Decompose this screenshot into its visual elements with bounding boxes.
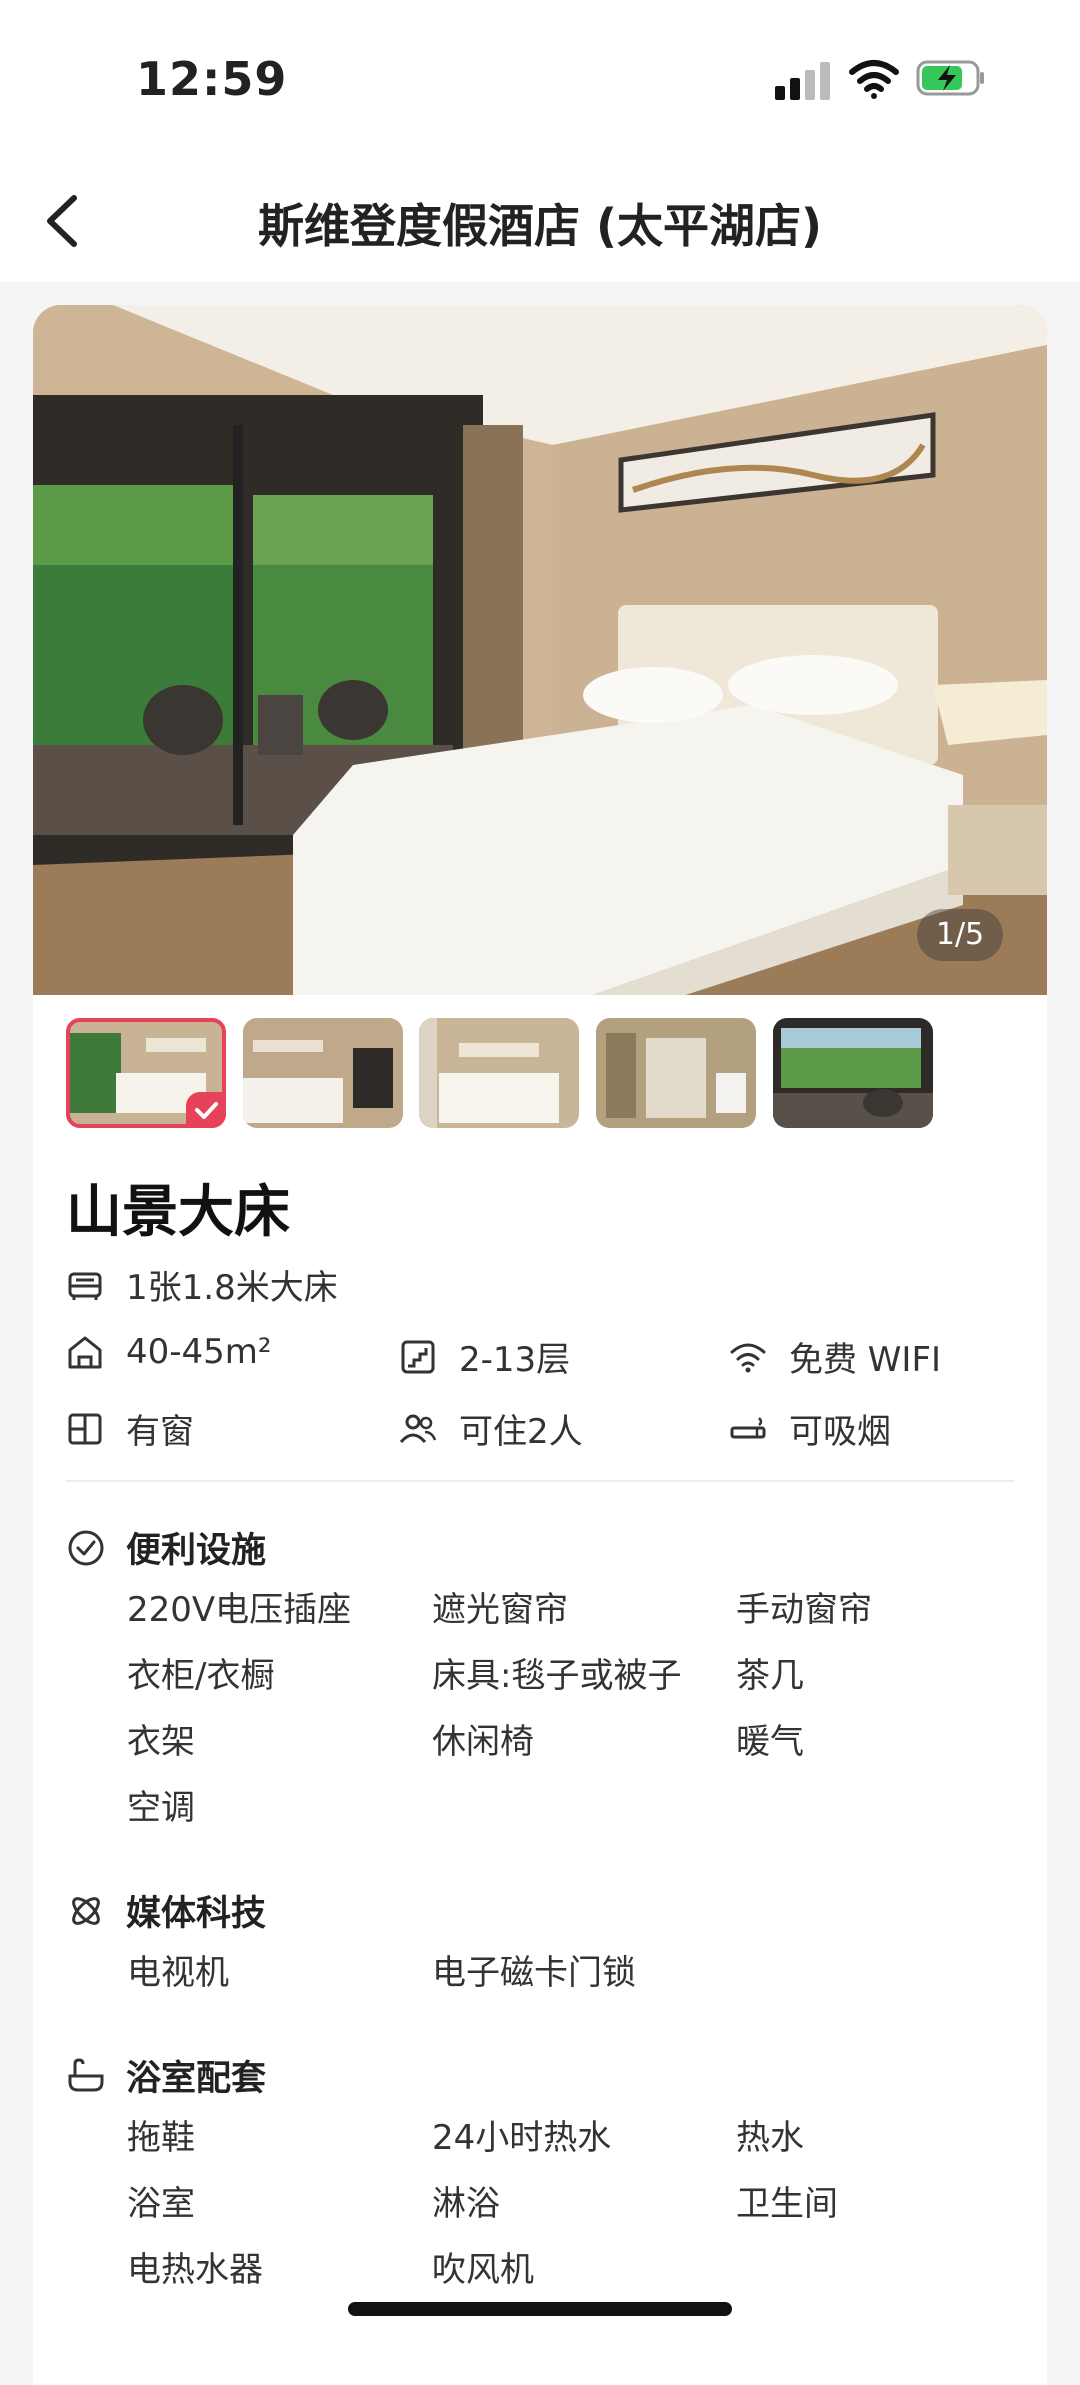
amenity-item: 220V电压插座 <box>127 1590 352 1630</box>
room-detail-card: 1/5 山景大床 1张1.8米大床 40-45m² 2-13层 免费 WIFI … <box>33 305 1047 2385</box>
back-icon[interactable] <box>36 184 96 254</box>
section-bathroom-header: 浴室配套 <box>66 2050 266 2101</box>
window-info: 有窗 <box>66 1404 194 1453</box>
bathroom-item: 热水 <box>736 2118 804 2158</box>
floor-text: 2-13层 <box>459 1340 571 1380</box>
bathroom-item: 吹风机 <box>432 2250 534 2290</box>
bathroom-item: 电热水器 <box>127 2250 263 2290</box>
check-circle-icon <box>68 1530 104 1565</box>
bathroom-item: 浴室 <box>127 2184 195 2224</box>
bathroom-item: 卫生间 <box>736 2184 838 2224</box>
battery-icon <box>916 60 984 96</box>
amenity-item: 衣柜/衣橱 <box>127 1656 275 1696</box>
nav-bar: 斯维登度假酒店 (太平湖店) <box>0 160 1080 282</box>
bathroom-item: 拖鞋 <box>127 2118 195 2158</box>
signal-icon <box>775 62 833 100</box>
area-text: 40-45m² <box>126 1332 272 1372</box>
thumbnail-3[interactable] <box>419 1018 579 1128</box>
room-name: 山景大床 <box>66 1180 290 1245</box>
people-icon <box>399 1414 437 1443</box>
section-media-title: 媒体科技 <box>126 1894 267 1934</box>
home-indicator <box>348 2302 732 2316</box>
amenity-item: 遮光窗帘 <box>432 1590 568 1630</box>
amenity-item: 暖气 <box>736 1722 804 1762</box>
status-bar: 12:59 <box>0 0 1080 160</box>
bedroom-illustration <box>33 305 1047 995</box>
thumbnail-5[interactable] <box>773 1018 933 1128</box>
selected-check-icon <box>186 1092 226 1128</box>
media-item: 电子磁卡门锁 <box>432 1953 636 1993</box>
floor-info: 2-13层 <box>399 1332 570 1381</box>
section-convenience-title: 便利设施 <box>126 1531 267 1571</box>
status-time: 12:59 <box>136 52 288 106</box>
room-photo[interactable]: 1/5 <box>33 305 1047 995</box>
wifi-status-icon <box>849 60 899 99</box>
wifi-text: 免费 WIFI <box>789 1340 942 1380</box>
smoking-text: 可吸烟 <box>789 1412 891 1452</box>
thumbnail-2[interactable] <box>243 1018 403 1128</box>
guests-text: 可住2人 <box>459 1412 583 1452</box>
bathroom-item: 淋浴 <box>432 2184 500 2224</box>
smoking-info: 可吸烟 <box>729 1404 891 1453</box>
window-text: 有窗 <box>126 1412 194 1452</box>
wifi-info: 免费 WIFI <box>729 1332 941 1381</box>
amenity-item: 手动窗帘 <box>736 1590 872 1630</box>
amenity-item: 衣架 <box>127 1722 195 1762</box>
media-item: 电视机 <box>127 1953 229 1993</box>
bed-icon <box>68 1272 102 1300</box>
window-icon <box>68 1413 102 1444</box>
wifi-icon <box>730 1343 766 1372</box>
house-icon <box>68 1336 102 1369</box>
bed-text: 1张1.8米大床 <box>126 1268 338 1308</box>
area-info: 40-45m² <box>66 1332 272 1372</box>
section-media-header: 媒体科技 <box>66 1885 266 1936</box>
stairs-icon <box>401 1340 435 1373</box>
bathroom-item: 24小时热水 <box>432 2118 612 2158</box>
guests-info: 可住2人 <box>399 1404 583 1453</box>
divider <box>66 1480 1014 1482</box>
thumbnail-4[interactable] <box>596 1018 756 1128</box>
amenity-item: 空调 <box>127 1788 195 1828</box>
page-title: 斯维登度假酒店 (太平湖店) <box>257 199 823 253</box>
amenity-item: 床具:毯子或被子 <box>432 1656 682 1696</box>
amenity-item: 休闲椅 <box>432 1722 534 1762</box>
photo-counter: 1/5 <box>917 909 1003 961</box>
bed-info: 1张1.8米大床 <box>66 1260 338 1309</box>
section-bathroom-title: 浴室配套 <box>126 2059 267 2099</box>
cigarette-icon <box>730 1416 766 1438</box>
section-convenience-header: 便利设施 <box>66 1522 266 1573</box>
atom-icon <box>72 1896 100 1925</box>
thumbnail-1[interactable] <box>66 1018 226 1128</box>
amenity-item: 茶几 <box>736 1656 804 1696</box>
bathtub-icon <box>68 2057 104 2091</box>
